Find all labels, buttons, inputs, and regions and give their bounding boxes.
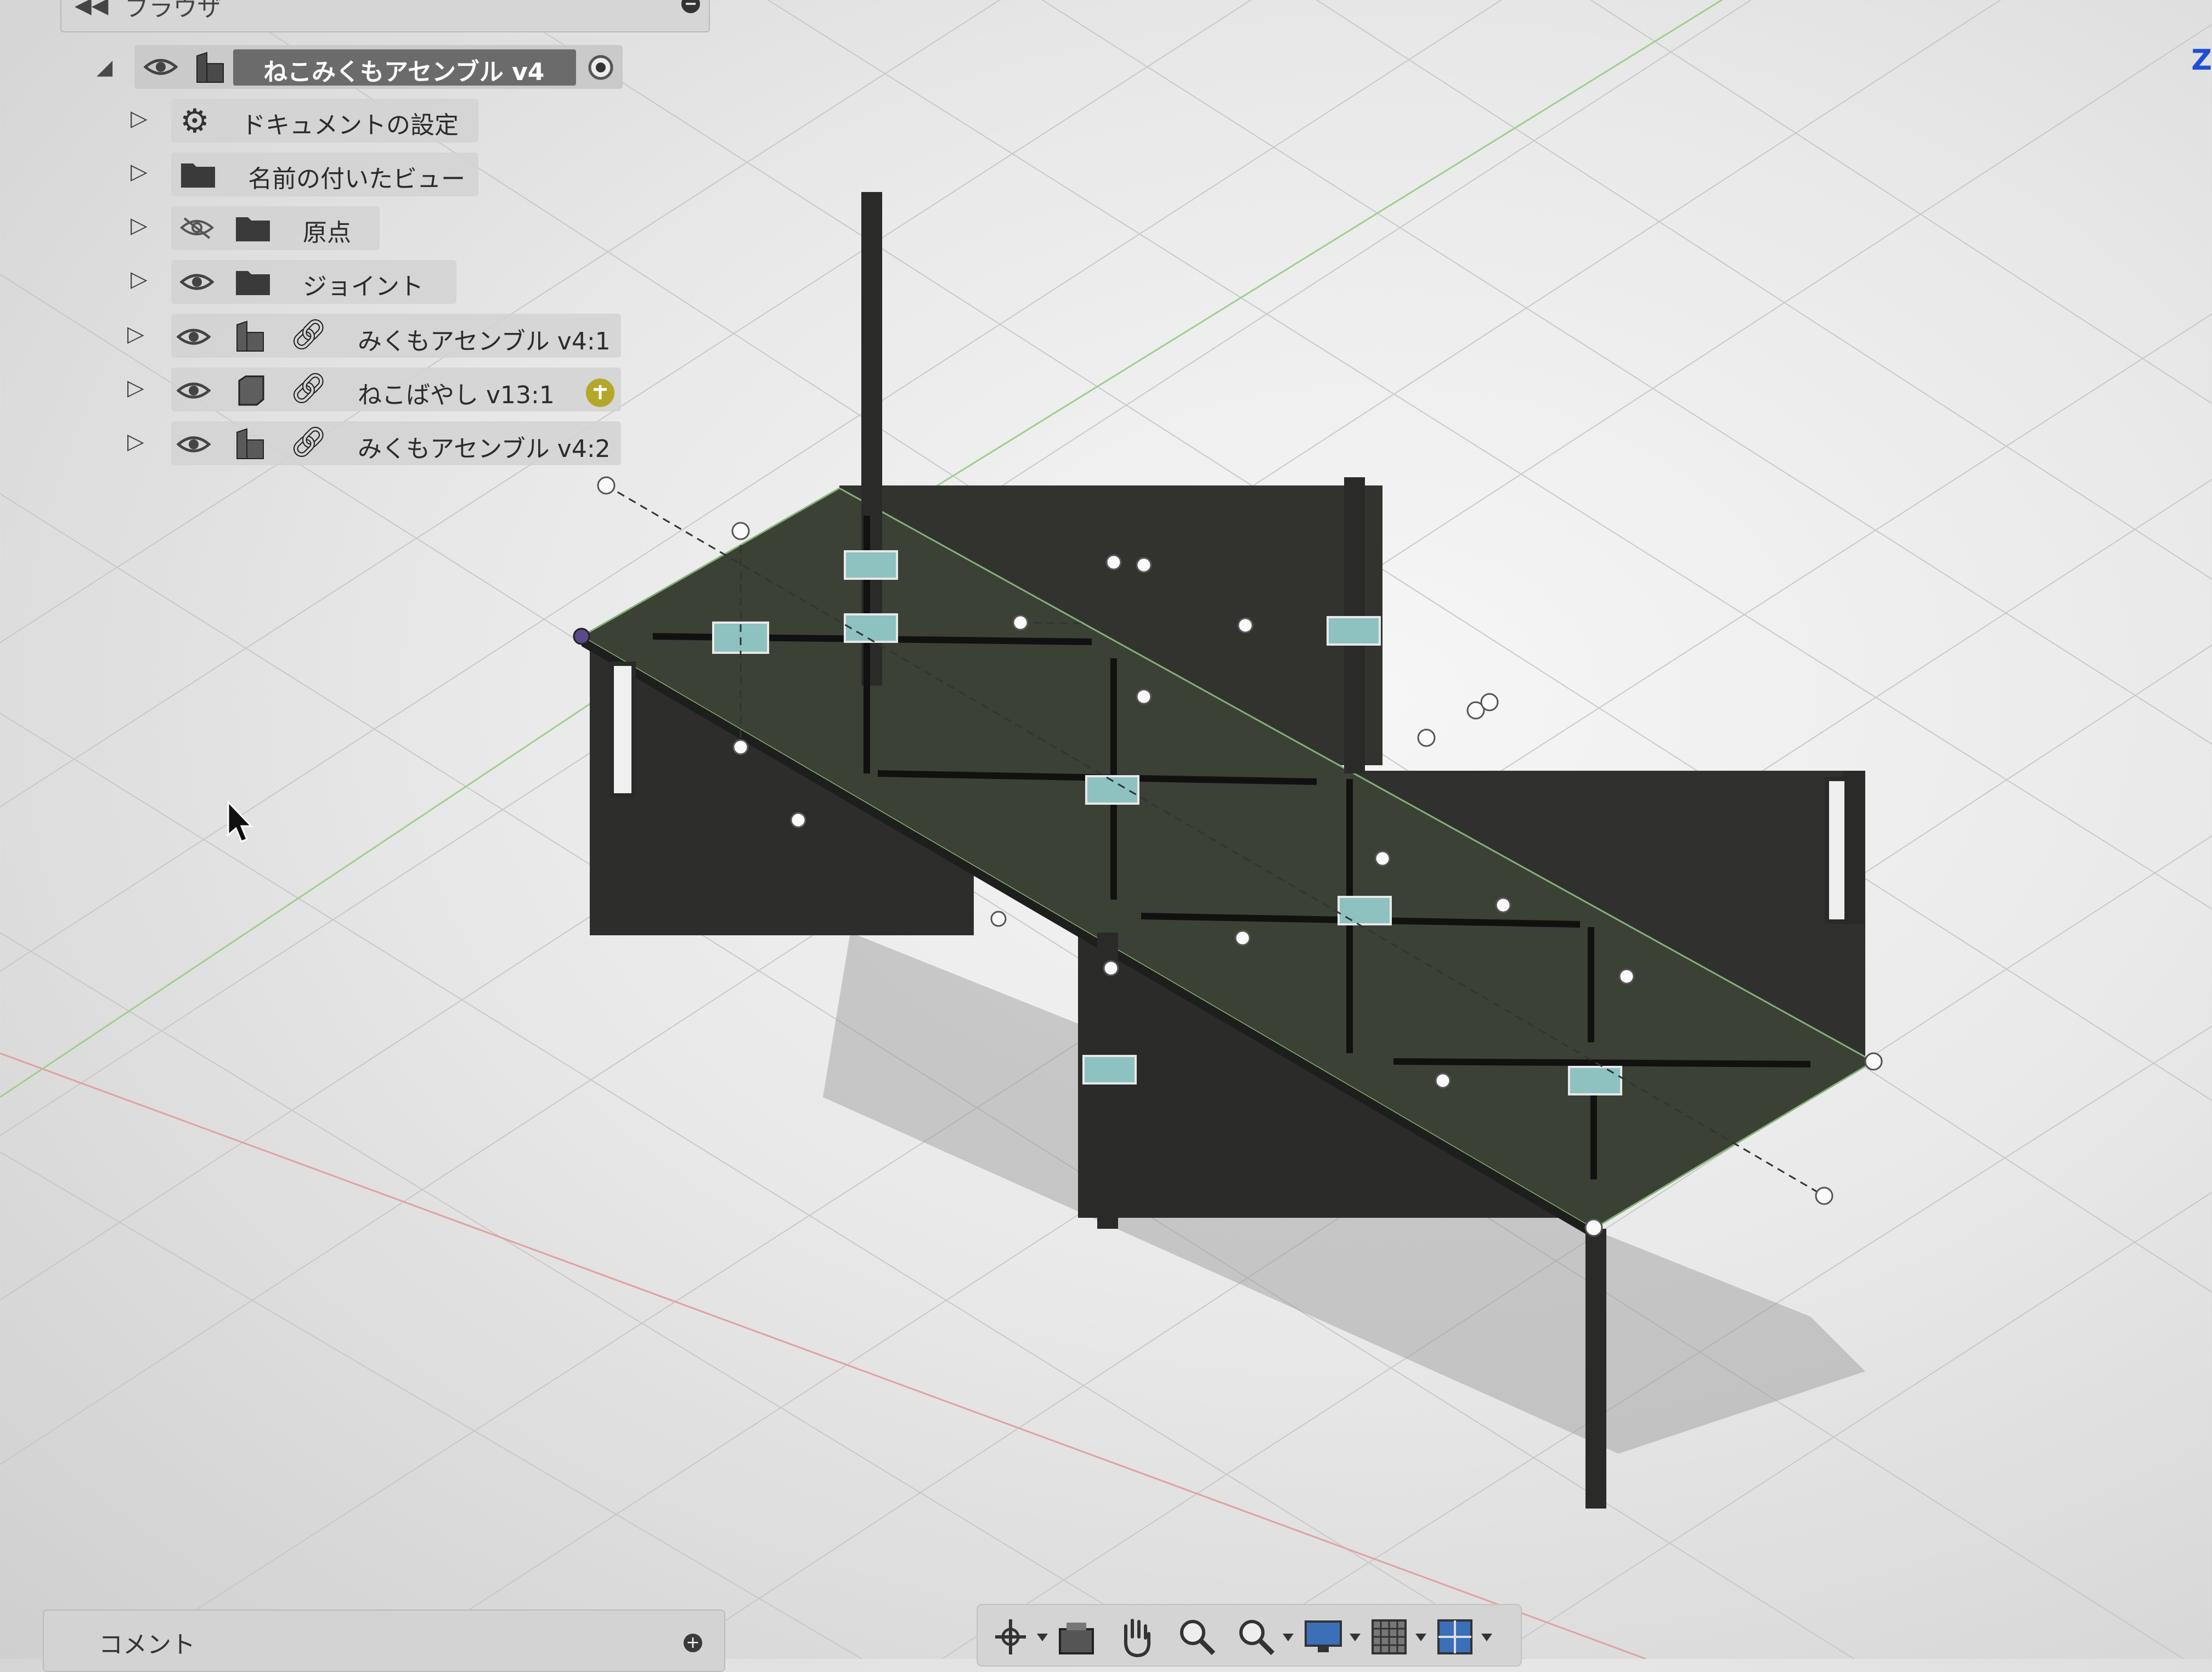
display-dropdown-caret[interactable] [1350, 1634, 1361, 1641]
folder-icon [236, 217, 270, 241]
named-views-label: 名前の付いたビュー [248, 165, 465, 193]
zoom-icon[interactable] [1175, 1615, 1219, 1659]
component-icon [236, 428, 264, 459]
double-chevron-left-icon[interactable]: ◀◀ [75, 0, 109, 18]
joints-label: ジョイント [303, 273, 424, 301]
folder-icon [236, 271, 270, 295]
expand-arrow-icon[interactable]: ▷ [131, 213, 148, 238]
expand-arrow-icon[interactable]: ▷ [127, 429, 144, 454]
activate-radio-icon[interactable] [587, 54, 614, 81]
viewcube-z-axis-label[interactable]: Z [2191, 44, 2212, 77]
monitor-icon[interactable] [1301, 1615, 1345, 1659]
grid-dropdown-caret[interactable] [1415, 1634, 1426, 1641]
folder-icon [181, 163, 215, 188]
expand-arrow-icon[interactable]: ▷ [127, 375, 144, 400]
collapse-arrow-icon[interactable]: ◢ [97, 55, 112, 79]
eye-icon[interactable] [144, 55, 178, 79]
viewports-icon[interactable] [1433, 1615, 1477, 1659]
eye-icon[interactable] [177, 325, 211, 349]
body-icon [238, 375, 264, 406]
grid-icon[interactable] [1367, 1615, 1411, 1659]
panel-pin-icon[interactable] [681, 0, 700, 13]
comments-label: コメント [99, 1631, 195, 1659]
link-icon: 🔗︎ [290, 425, 328, 459]
orbit-icon[interactable] [989, 1615, 1032, 1659]
nekobayashi-label: ねこばやし v13:1 [358, 381, 555, 409]
browser-title: ブラウザ [125, 0, 222, 22]
origin-label: 原点 [303, 219, 351, 247]
link-icon: 🔗︎ [290, 317, 328, 352]
eye-icon[interactable] [177, 432, 211, 456]
zoom-window-icon[interactable] [1234, 1615, 1278, 1659]
browser-panel-header: ◀◀ ブラウザ [60, 0, 710, 32]
eye-hidden-icon[interactable] [180, 215, 214, 240]
orbit-dropdown-caret[interactable] [1037, 1634, 1048, 1641]
out-of-date-badge-icon[interactable] [585, 377, 616, 408]
navigation-toolbar [977, 1604, 1522, 1667]
expand-arrow-icon[interactable]: ▷ [127, 321, 144, 347]
zoom-dropdown-caret[interactable] [1283, 1634, 1294, 1641]
mikumo-assembly-2-label: みくもアセンブル v4:2 [358, 435, 611, 463]
expand-arrow-icon[interactable]: ▷ [131, 106, 148, 131]
hand-pan-icon[interactable] [1115, 1615, 1159, 1659]
bottom-post [1585, 1229, 1606, 1509]
gear-icon: ⚙ [180, 102, 210, 140]
eye-icon[interactable] [177, 379, 211, 403]
root-assembly-label: ねこみくもアセンブル v4 [263, 58, 545, 86]
mouse-cursor-icon [227, 801, 253, 843]
link-icon: 🔗︎ [290, 371, 328, 405]
look-at-icon[interactable] [1054, 1615, 1098, 1659]
plus-circle-icon[interactable]: + [684, 1634, 702, 1652]
mikumo-assembly-1-label: みくもアセンブル v4:1 [358, 327, 611, 355]
component-icon [236, 320, 264, 352]
document-settings-label: ドキュメントの設定 [241, 111, 459, 139]
component-icon [196, 52, 224, 83]
expand-arrow-icon[interactable]: ▷ [131, 267, 148, 292]
comments-panel[interactable]: コメント + [43, 1609, 725, 1672]
expand-arrow-icon[interactable]: ▷ [131, 159, 148, 184]
viewports-dropdown-caret[interactable] [1481, 1634, 1492, 1641]
eye-icon[interactable] [180, 270, 214, 294]
